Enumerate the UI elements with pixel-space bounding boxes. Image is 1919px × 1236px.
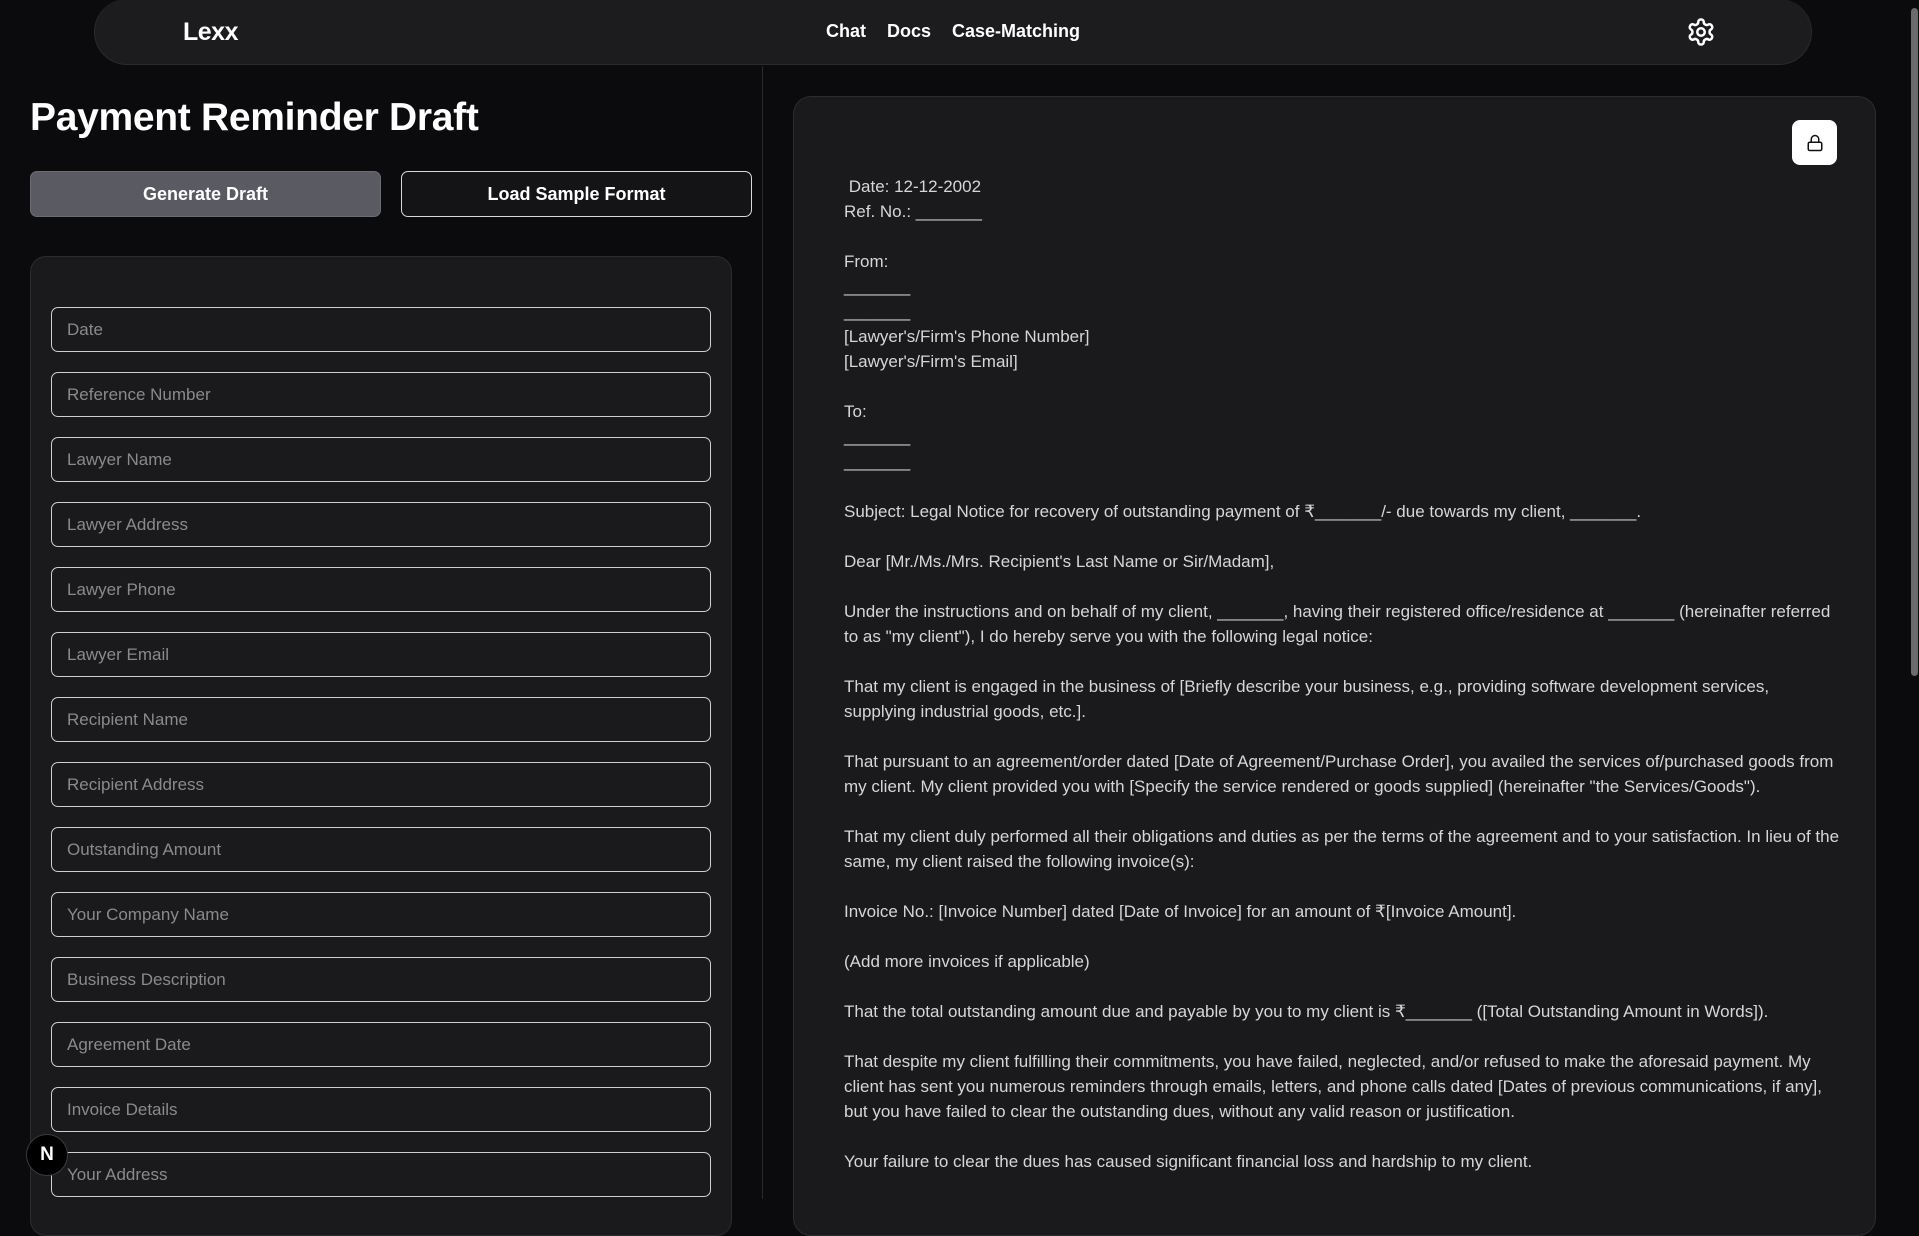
top-navbar: Lexx Chat Docs Case-Matching <box>94 0 1812 65</box>
dev-tools-badge[interactable]: N <box>26 1134 68 1176</box>
page-scrollbar[interactable] <box>1910 0 1919 1199</box>
doc-paragraph: Under the instructions and on behalf of … <box>844 602 1836 646</box>
doc-header: Date: 12-12-2002 Ref. No.: _______ <box>844 177 982 221</box>
lawyer-name-field[interactable] <box>51 437 711 482</box>
document-preview: Date: 12-12-2002 Ref. No.: _______ From:… <box>793 96 1876 1236</box>
company-name-field[interactable] <box>51 892 711 937</box>
doc-paragraph: That the total outstanding amount due an… <box>844 1002 1769 1021</box>
doc-paragraph: That my client duly performed all their … <box>844 827 1844 871</box>
panel-divider <box>762 66 763 1199</box>
nav-link-chat[interactable]: Chat <box>826 21 866 41</box>
document-body: Date: 12-12-2002 Ref. No.: _______ From:… <box>844 174 1844 1199</box>
your-address-field[interactable] <box>51 1152 711 1197</box>
recipient-address-field[interactable] <box>51 762 711 807</box>
doc-paragraph: That my client is engaged in the busines… <box>844 677 1774 721</box>
doc-salutation: Dear [Mr./Ms./Mrs. Recipient's Last Name… <box>844 552 1275 571</box>
doc-paragraph: Invoice No.: [Invoice Number] dated [Dat… <box>844 902 1517 921</box>
invoice-details-field[interactable] <box>51 1087 711 1132</box>
outstanding-amount-field[interactable] <box>51 827 711 872</box>
lawyer-phone-field[interactable] <box>51 567 711 612</box>
doc-paragraph: (Add more invoices if applicable) <box>844 952 1090 971</box>
agreement-date-field[interactable] <box>51 1022 711 1067</box>
doc-paragraph: Your failure to clear the dues has cause… <box>844 1152 1533 1171</box>
doc-subject: Subject: Legal Notice for recovery of ou… <box>844 502 1642 521</box>
doc-to-block: To: _______ _______ <box>844 402 911 471</box>
scrollbar-thumb[interactable] <box>1911 8 1918 676</box>
doc-paragraph: That despite my client fulfilling their … <box>844 1052 1827 1121</box>
load-sample-format-button[interactable]: Load Sample Format <box>401 171 752 217</box>
reference-number-field[interactable] <box>51 372 711 417</box>
doc-paragraph: That pursuant to an agreement/order date… <box>844 752 1839 796</box>
lawyer-address-field[interactable] <box>51 502 711 547</box>
date-field[interactable] <box>51 307 711 352</box>
recipient-name-field[interactable] <box>51 697 711 742</box>
page-title: Payment Reminder Draft <box>30 96 479 139</box>
nav-links: Chat Docs Case-Matching <box>95 21 1811 42</box>
lawyer-email-field[interactable] <box>51 632 711 677</box>
nav-link-case-matching[interactable]: Case-Matching <box>952 21 1080 41</box>
lock-icon[interactable] <box>1792 120 1837 165</box>
business-description-field[interactable] <box>51 957 711 1002</box>
gear-icon[interactable] <box>1686 17 1716 47</box>
nav-link-docs[interactable]: Docs <box>887 21 931 41</box>
draft-form <box>30 256 732 1236</box>
doc-from-block: From: _______ _______ [Lawyer's/Firm's P… <box>844 252 1090 371</box>
generate-draft-button[interactable]: Generate Draft <box>30 171 381 217</box>
